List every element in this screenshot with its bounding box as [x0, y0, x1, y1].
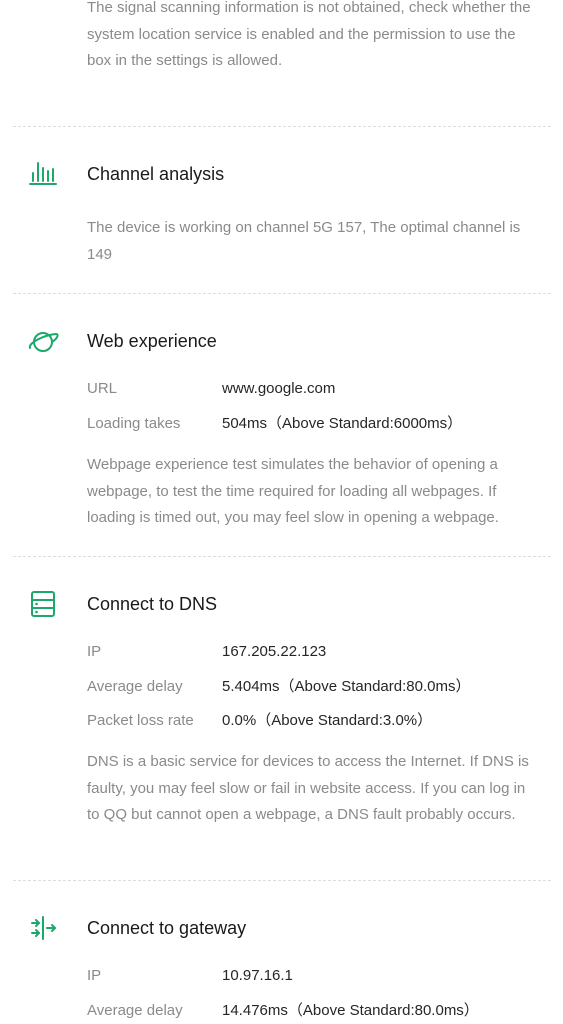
dns-packet-loss-value: 0.0%（Above Standard:3.0%） — [222, 712, 433, 729]
globe-orbit-icon — [28, 332, 59, 352]
dns-ip-label: IP — [87, 643, 102, 660]
gateway-average-delay-value: 14.476ms（Above Standard:80.0ms） — [222, 1002, 479, 1019]
divider — [13, 556, 551, 557]
divider — [13, 880, 551, 881]
url-value: www.google.com — [222, 380, 336, 397]
dns-ip-value: 167.205.22.123 — [222, 643, 327, 660]
gateway-arrows-icon — [31, 916, 56, 940]
url-label: URL — [87, 380, 118, 397]
dns-description: DNS is a basic service for devices to ac… — [87, 753, 529, 823]
section-title-dns: Connect to DNS — [87, 594, 218, 614]
gateway-ip-label: IP — [87, 967, 102, 984]
gateway-ip-value: 10.97.16.1 — [222, 967, 293, 984]
loading-time-label: Loading takes — [87, 415, 181, 432]
dns-packet-loss-label: Packet loss rate — [87, 712, 194, 729]
signal-scan-notice: The signal scanning information is not o… — [87, 0, 531, 69]
loading-time-value: 504ms（Above Standard:6000ms） — [222, 415, 463, 432]
divider — [13, 126, 551, 127]
channel-analysis-description: The device is working on channel 5G 157,… — [87, 219, 521, 263]
section-title-gateway: Connect to gateway — [87, 918, 247, 938]
divider — [13, 293, 551, 294]
dns-average-delay-value: 5.404ms（Above Standard:80.0ms） — [222, 678, 471, 695]
server-icon — [31, 591, 55, 617]
gateway-average-delay-label: Average delay — [87, 1002, 183, 1019]
dns-average-delay-label: Average delay — [87, 678, 183, 695]
network-diagnosis-page: The signal scanning information is not o… — [0, 0, 563, 1024]
web-experience-description: Webpage experience test simulates the be… — [87, 456, 499, 526]
bar-chart-icon — [29, 162, 57, 185]
section-title-channel-analysis: Channel analysis — [87, 164, 225, 184]
section-title-web-experience: Web experience — [87, 331, 217, 351]
